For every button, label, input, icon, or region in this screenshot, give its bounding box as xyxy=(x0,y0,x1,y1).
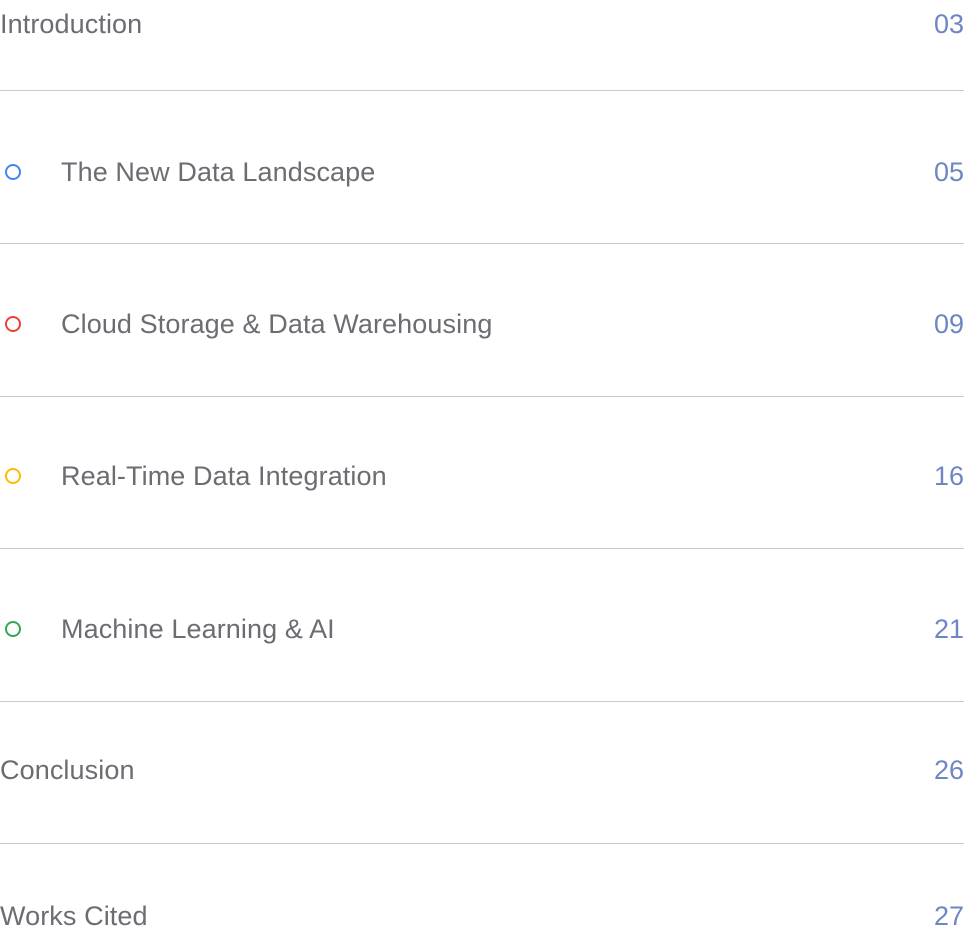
divider xyxy=(0,701,964,702)
red-circle-icon xyxy=(5,316,21,332)
toc-page-number: 09 xyxy=(933,309,964,339)
toc-page-number: 21 xyxy=(933,614,964,644)
toc-title: The New Data Landscape xyxy=(61,157,376,187)
toc-title: Conclusion xyxy=(0,755,135,785)
toc-title: Works Cited xyxy=(0,901,148,931)
toc-page-number: 26 xyxy=(933,755,964,785)
toc-page-number: 05 xyxy=(933,157,964,187)
toc-page-number: 16 xyxy=(933,461,964,491)
toc-page-number: 03 xyxy=(933,9,964,39)
divider xyxy=(0,548,964,549)
toc-page-number: 27 xyxy=(933,901,964,931)
divider xyxy=(0,843,964,844)
toc-row-machine-learning-ai[interactable]: Machine Learning & AI 21 xyxy=(0,599,964,659)
blue-circle-icon xyxy=(5,164,21,180)
table-of-contents: Introduction 03 The New Data Landscape 0… xyxy=(0,0,964,937)
toc-title: Real-Time Data Integration xyxy=(61,461,387,491)
divider xyxy=(0,243,964,244)
toc-title: Cloud Storage & Data Warehousing xyxy=(61,309,493,339)
divider xyxy=(0,396,964,397)
toc-title: Introduction xyxy=(0,9,143,39)
toc-row-introduction[interactable]: Introduction 03 xyxy=(0,0,964,54)
divider xyxy=(0,90,964,91)
toc-row-cloud-storage[interactable]: Cloud Storage & Data Warehousing 09 xyxy=(0,294,964,354)
yellow-circle-icon xyxy=(5,468,21,484)
toc-row-real-time-data-integration[interactable]: Real-Time Data Integration 16 xyxy=(0,446,964,506)
green-circle-icon xyxy=(5,621,21,637)
toc-row-works-cited[interactable]: Works Cited 27 xyxy=(0,886,964,946)
toc-title: Machine Learning & AI xyxy=(61,614,335,644)
toc-row-conclusion[interactable]: Conclusion 26 xyxy=(0,740,964,800)
toc-row-new-data-landscape[interactable]: The New Data Landscape 05 xyxy=(0,142,964,202)
